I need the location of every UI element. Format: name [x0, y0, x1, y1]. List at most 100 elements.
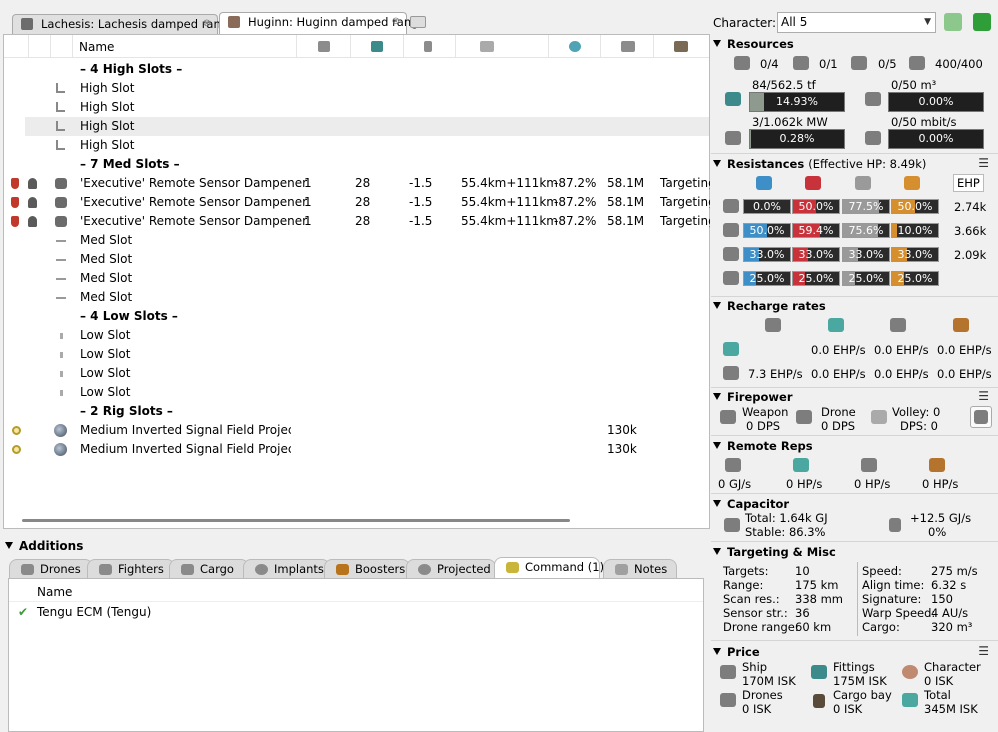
module-row[interactable]: Medium Inverted Signal Field Projector I… — [4, 440, 709, 459]
empty-slot-row[interactable]: High Slot — [4, 136, 709, 155]
targeting-section-title[interactable]: Targeting & Misc — [713, 545, 836, 559]
ehp-header[interactable]: EHP — [953, 174, 984, 192]
module-row[interactable]: Medium Inverted Signal Field Projector I… — [4, 421, 709, 440]
slot-group-header[interactable]: – 4 Low Slots – — [4, 307, 709, 326]
tab-projected[interactable]: Projected — [406, 559, 496, 578]
menu-icon[interactable]: ☰ — [978, 156, 989, 170]
remote-rep-value: 0 GJ/s — [718, 477, 752, 491]
module-state-icon[interactable] — [28, 197, 37, 208]
resistances-section-title[interactable]: Resistances (Effective HP: 8.49k) — [713, 157, 926, 171]
module-row[interactable]: 'Executive' Remote Sensor Dampener 1 28 -1.… — [4, 174, 710, 193]
remote-rep-value: 0 HP/s — [922, 477, 959, 491]
module-row[interactable]: 'Executive' Remote Sensor Dampener 1 28 -1.… — [4, 193, 710, 212]
menu-icon[interactable]: ☰ — [978, 389, 989, 403]
price-total-value: 345M ISK — [924, 702, 978, 716]
damage-pattern-button[interactable] — [970, 406, 992, 428]
close-icon[interactable]: ⊗ — [203, 15, 211, 33]
character-editor-button[interactable] — [973, 13, 991, 31]
tab-cargo[interactable]: Cargo — [169, 559, 249, 578]
refresh-character-button[interactable] — [944, 13, 962, 31]
column-range[interactable] — [456, 35, 549, 58]
slot-group-header[interactable]: – 2 Rig Slots – — [4, 402, 709, 421]
column-effect[interactable] — [549, 35, 601, 58]
empty-slot-row[interactable]: Low Slot — [4, 383, 709, 402]
recharge-section-title[interactable]: Recharge rates — [713, 299, 826, 313]
misc-value: 6.32 s — [931, 578, 967, 592]
menu-icon[interactable]: ☰ — [978, 644, 989, 658]
misc-icon — [674, 41, 688, 52]
check-icon[interactable]: ✔ — [18, 605, 28, 619]
module-row[interactable]: 'Executive' Remote Sensor Dampener 1 28 -1.… — [4, 212, 710, 231]
resist-bar: 0.0% — [743, 199, 791, 214]
close-icon[interactable]: ⊗ — [392, 13, 400, 31]
horizontal-scrollbar[interactable] — [22, 519, 570, 522]
overheat-icon[interactable] — [11, 178, 19, 189]
module-name: 'Executive' Remote Sensor Dampener — [80, 214, 308, 228]
misc-value: 275 m/s — [931, 564, 978, 578]
tab-boosters[interactable]: Boosters — [324, 559, 410, 578]
drone-dps: 0 DPS — [821, 419, 856, 433]
new-tab-icon[interactable] — [410, 16, 426, 28]
capacitor-recharge-icon — [889, 518, 901, 532]
cargo-bay-icon — [813, 694, 825, 708]
fit-tab-lachesis[interactable]: Lachesis: Lachesis damped range ⊗ — [12, 14, 235, 34]
resources-section-title[interactable]: Resources — [713, 37, 794, 51]
kinetic-damage-icon — [855, 176, 871, 190]
additions-header: Name — [9, 583, 703, 602]
slot-group-header[interactable]: – 7 Med Slots – — [4, 155, 709, 174]
remote-reps-section-title[interactable]: Remote Reps — [713, 439, 813, 453]
resist-bar: 33.0% — [842, 247, 890, 262]
rig-state-icon[interactable] — [12, 426, 21, 435]
fighter-icon — [99, 564, 112, 575]
empty-slot-row[interactable]: Med Slot — [4, 269, 709, 288]
med-slot-icon — [56, 278, 66, 280]
rig-state-icon[interactable] — [12, 445, 21, 454]
recharge-value: 0.0 EHP/s — [874, 367, 929, 381]
slot-group-header[interactable]: – 4 High Slots – — [4, 60, 709, 79]
column-cpu[interactable] — [297, 35, 351, 58]
tab-command[interactable]: Command (1) — [494, 557, 604, 578]
list-item[interactable]: ✔ Tengu ECM (Tengu) — [9, 604, 703, 623]
empty-slot-row[interactable]: High Slot — [25, 117, 709, 136]
med-slot-icon — [56, 259, 66, 261]
capacitor-transfer-icon — [725, 458, 741, 472]
firepower-section-title[interactable]: Firepower — [713, 390, 793, 404]
column-name[interactable]: Name — [37, 585, 72, 599]
empty-slot-row[interactable]: Low Slot — [4, 345, 709, 364]
empty-slot-row[interactable]: Low Slot — [4, 326, 709, 345]
module-name: 'Executive' Remote Sensor Dampener — [80, 195, 308, 209]
capacitor-section-title[interactable]: Capacitor — [713, 497, 789, 511]
character-select[interactable]: All 5 ▼ — [777, 12, 936, 33]
column-powergrid[interactable] — [351, 35, 404, 58]
column-price[interactable] — [601, 35, 654, 58]
volley-value: Volley: 0 — [892, 405, 941, 419]
tab-notes[interactable]: Notes — [603, 559, 677, 578]
targeting-value: 36 — [795, 606, 810, 620]
empty-slot-row[interactable]: Med Slot — [4, 231, 709, 250]
empty-slot-row[interactable]: High Slot — [4, 98, 709, 117]
tab-drones[interactable]: Drones — [9, 559, 93, 578]
module-state-icon[interactable] — [28, 178, 37, 189]
empty-slot-row[interactable]: Med Slot — [4, 288, 709, 307]
empty-slot-row[interactable]: Low Slot — [4, 364, 709, 383]
launcher-hardpoint-icon — [793, 56, 809, 70]
column-misc[interactable] — [654, 35, 709, 58]
empty-slot-row[interactable]: High Slot — [4, 79, 709, 98]
fit-tab-huginn[interactable]: Huginn: Huginn damped range ⊗ — [219, 12, 426, 34]
additions-section-title[interactable]: Additions — [5, 539, 83, 553]
price-section-title[interactable]: Price — [713, 645, 760, 659]
column-capacitor[interactable] — [404, 35, 456, 58]
sensor-dampener-icon — [55, 197, 67, 208]
empty-slot-row[interactable]: Med Slot — [4, 250, 709, 269]
module-attr-c2: 28 — [355, 176, 371, 190]
recharge-value: 0.0 EHP/s — [874, 343, 929, 357]
resist-bar: 77.5% — [842, 199, 890, 214]
overheat-icon[interactable] — [11, 216, 19, 227]
misc-label: Speed: — [862, 564, 902, 578]
overheat-icon[interactable] — [11, 197, 19, 208]
module-state-icon[interactable] — [28, 216, 37, 227]
tab-implants[interactable]: Implants — [243, 559, 330, 578]
price-cargo-value: 0 ISK — [833, 702, 863, 716]
tab-fighters[interactable]: Fighters — [87, 559, 175, 578]
column-name-cell[interactable] — [73, 35, 297, 58]
